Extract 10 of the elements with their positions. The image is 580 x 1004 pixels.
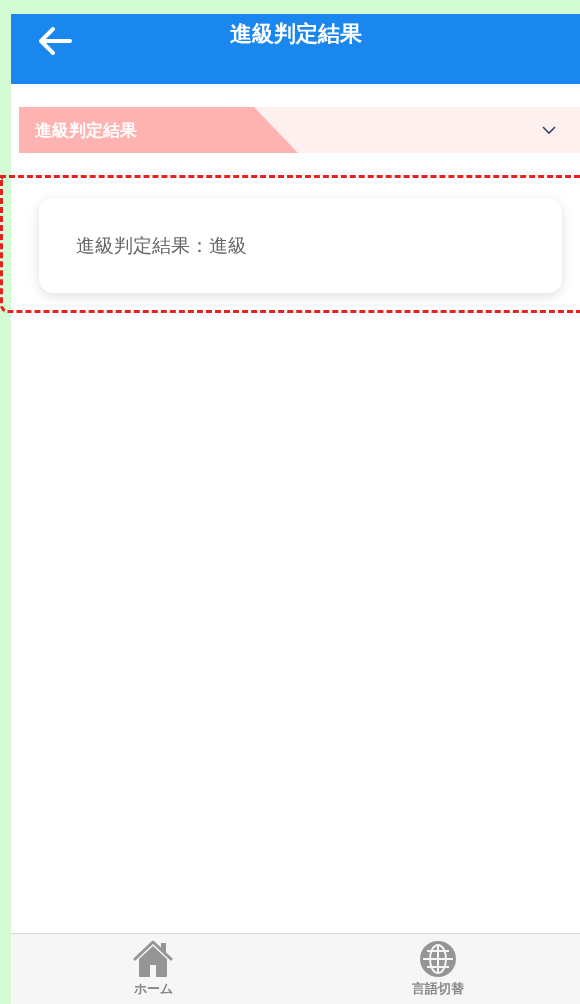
back-arrow-icon — [37, 26, 73, 56]
section-header[interactable]: 進級判定結果 — [19, 107, 580, 153]
globe-icon — [418, 940, 457, 978]
home-icon — [133, 940, 174, 978]
chevron-icon — [542, 125, 556, 135]
nav-item[interactable]: ホーム — [11, 934, 296, 1004]
nav-item[interactable]: 言語切替 — [295, 934, 580, 1004]
section-title: 進級判定結果 — [35, 118, 137, 142]
page-title: 進級判定結果 — [229, 20, 362, 48]
result-text: 進級判定結果：進級 — [76, 232, 247, 258]
